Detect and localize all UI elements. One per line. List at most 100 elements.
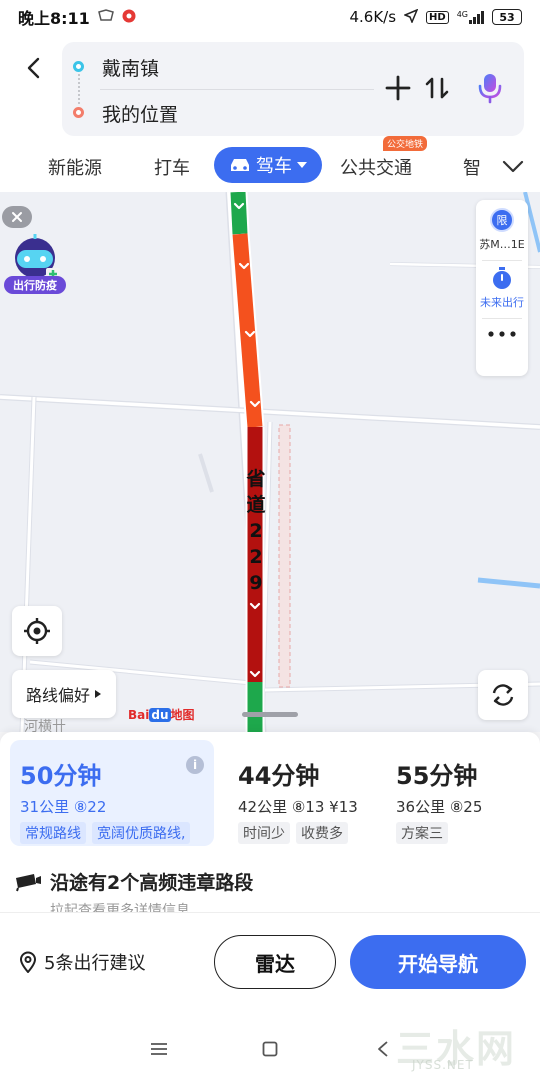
notification-icon <box>97 8 114 26</box>
tab-drive[interactable]: 驾车 <box>214 147 322 183</box>
app-notification-icon <box>122 9 136 26</box>
license-plate-label: 苏M…1E <box>479 238 525 251</box>
travel-suggestions-label: 5条出行建议 <box>44 953 146 974</box>
route-line <box>228 192 265 732</box>
tab-smart[interactable]: 智 <box>463 152 489 182</box>
crosshair-icon <box>24 618 50 644</box>
more-dots-icon <box>488 331 516 337</box>
origin-dot <box>73 61 84 72</box>
route-tag: 时间少 <box>238 822 290 844</box>
road-name-char: 2 <box>249 546 263 568</box>
route-tag: 收费多 <box>296 822 348 844</box>
destination-dot <box>73 107 84 118</box>
road-name-char: 省 <box>246 468 266 490</box>
action-bar: 5条出行建议 雷达 开始导航 <box>0 912 540 1016</box>
transit-badge: 公交地铁 <box>383 136 428 151</box>
route-connector <box>78 74 80 104</box>
route-time: 44分钟 <box>238 762 320 790</box>
violation-alert-title: 沿途有2个高频违章路段 <box>50 872 254 894</box>
status-time: 晚上8:11 <box>18 9 90 28</box>
origin-field[interactable]: 戴南镇 <box>102 44 159 90</box>
info-icon[interactable]: i <box>186 756 204 774</box>
hd-badge: HD <box>426 10 449 24</box>
swap-icon <box>425 77 449 99</box>
tab-drive-label: 驾车 <box>256 156 292 177</box>
violation-alert[interactable]: 沿途有2个高频违章路段 <box>14 868 253 895</box>
back-icon <box>27 57 40 79</box>
route-input-box: 戴南镇 我的位置 <box>62 42 524 136</box>
watermark-sub: JYSS.NET <box>412 1058 474 1072</box>
mascot-label[interactable]: 出行防疫 <box>4 276 66 294</box>
plus-icon <box>385 75 411 101</box>
route-tag: 方案三 <box>396 822 448 844</box>
status-bar: 晚上8:11 4.6K/s HD 4G 53 <box>0 0 540 34</box>
close-banner-button[interactable] <box>2 206 32 228</box>
future-trip-button[interactable]: 未来出行 <box>476 266 528 310</box>
panel-divider <box>482 318 522 319</box>
destination-field[interactable]: 我的位置 <box>102 90 178 136</box>
system-back-button[interactable] <box>370 1036 396 1062</box>
map-view[interactable]: 出行防疫 限 苏M…1E 未来出行 省 道 2 2 9 路线偏好 Bai du … <box>0 192 540 732</box>
transport-mode-tabs: 新能源 打车 驾车 公共交通 公交地铁 智 <box>0 136 540 188</box>
license-plate-button[interactable]: 限 苏M…1E <box>476 208 528 252</box>
camera-icon <box>16 873 41 891</box>
system-nav-bar: 三水网 JYSS.NET <box>0 1016 540 1080</box>
back-triangle-icon <box>378 1041 388 1057</box>
water-feature <box>477 577 540 589</box>
voice-input-button[interactable] <box>472 70 508 106</box>
triangle-right-icon <box>95 690 101 698</box>
location-arrow-icon <box>403 8 419 26</box>
refresh-icon <box>492 684 514 706</box>
more-tabs-button[interactable] <box>500 154 526 180</box>
battery-indicator: 53 <box>492 9 522 25</box>
tab-taxi[interactable]: 打车 <box>154 152 190 182</box>
chevron-down-icon <box>502 160 524 173</box>
route-option-1[interactable]: 50分钟 i 31公里 ⑧22 常规路线 宽阔优质路线, <box>10 740 214 846</box>
stopwatch-icon <box>493 267 511 289</box>
radar-button[interactable]: 雷达 <box>214 935 336 989</box>
home-square-icon <box>262 1041 278 1057</box>
panel-divider <box>482 260 522 261</box>
sheet-drag-handle[interactable] <box>242 712 298 717</box>
map-place-label: 河横卄 <box>24 719 66 732</box>
route-distance: 42公里 ⑧13 ¥13 <box>238 798 358 816</box>
future-trip-label: 未来出行 <box>480 296 524 309</box>
refresh-route-button[interactable] <box>478 670 528 720</box>
tab-public-transit[interactable]: 公共交通 <box>340 152 412 182</box>
add-waypoint-button[interactable] <box>380 70 416 106</box>
route-header: 戴南镇 我的位置 新能源 打车 驾车 公共交通 公交地铁 智 <box>0 34 540 192</box>
map-side-panel: 限 苏M…1E 未来出行 <box>476 200 528 376</box>
network-type: 4G <box>456 10 468 19</box>
map-roads <box>0 192 540 732</box>
road-name-char: 2 <box>249 520 263 542</box>
swap-route-button[interactable] <box>419 70 455 106</box>
route-tag: 常规路线 <box>20 822 86 844</box>
recent-apps-button[interactable] <box>146 1036 172 1062</box>
back-button[interactable] <box>18 52 50 84</box>
road-name-label: 省 道 2 2 9 <box>244 466 268 596</box>
network-speed: 4.6K/s <box>349 8 397 26</box>
locate-me-button[interactable] <box>12 606 62 656</box>
route-distance: 36公里 ⑧25 <box>396 798 483 816</box>
route-option-3[interactable]: 55分钟 36公里 ⑧25 方案三 <box>386 740 536 846</box>
travel-suggestions-button[interactable]: 5条出行建议 <box>18 949 145 975</box>
close-icon <box>12 212 22 222</box>
more-options-button[interactable] <box>476 330 528 338</box>
route-preference-label: 路线偏好 <box>25 686 90 705</box>
restriction-icon: 限 <box>490 208 514 232</box>
map-canvas <box>0 192 540 732</box>
route-option-2[interactable]: 44分钟 42公里 ⑧13 ¥13 时间少 收费多 <box>228 740 374 846</box>
route-time: 50分钟 <box>20 762 102 790</box>
home-button[interactable] <box>257 1036 283 1062</box>
start-navigation-button[interactable]: 开始导航 <box>350 935 526 989</box>
car-icon <box>231 159 249 171</box>
road-name-char: 道 <box>246 494 266 516</box>
route-tag: 宽阔优质路线, <box>92 822 191 844</box>
baidu-map-logo: Bai du 地图 <box>128 708 195 722</box>
road-name-char: 9 <box>249 572 263 594</box>
route-preference-button[interactable]: 路线偏好 <box>12 670 116 718</box>
tab-new-energy[interactable]: 新能源 <box>48 152 102 182</box>
signal-icon: 4G <box>457 10 484 24</box>
route-time: 55分钟 <box>396 762 478 790</box>
menu-icon <box>151 1043 167 1055</box>
